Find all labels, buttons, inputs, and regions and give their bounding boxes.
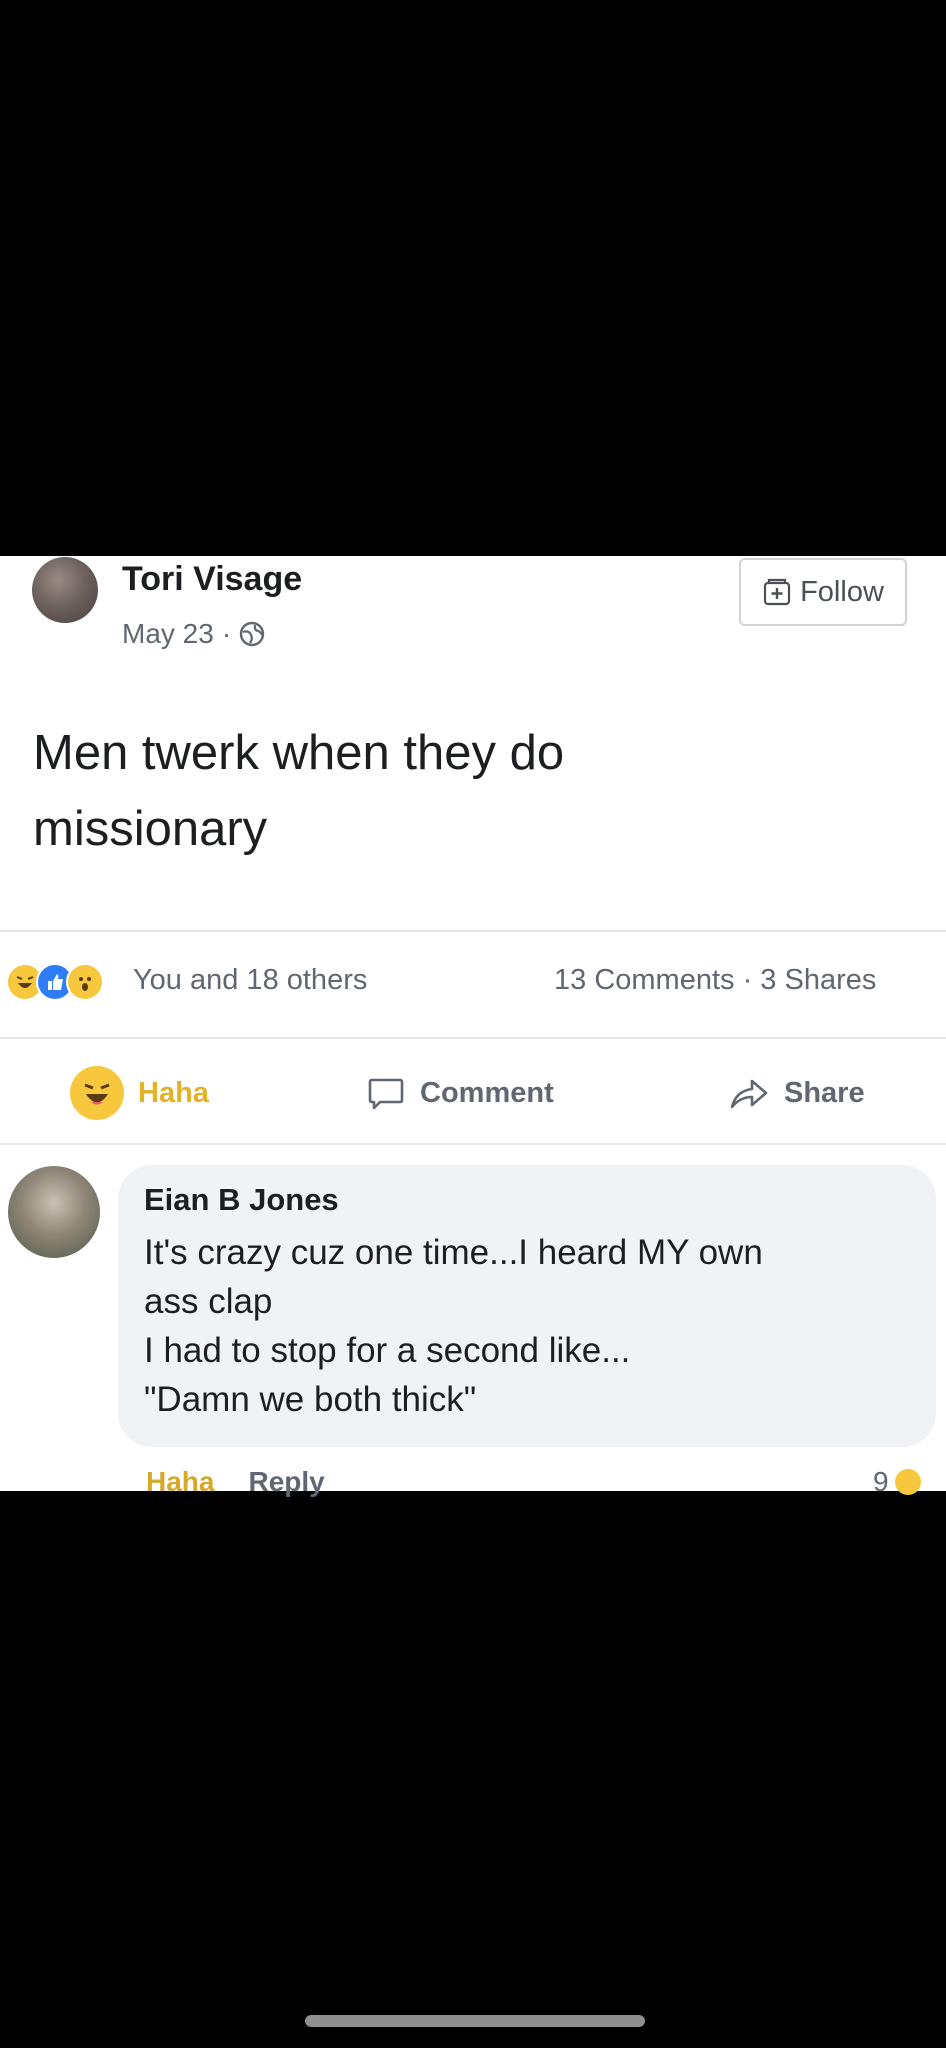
action-bar: Haha Comment Share — [0, 1060, 946, 1126]
haha-reaction-icon — [894, 1469, 921, 1495]
comment-actions: Haha Reply — [146, 1466, 325, 1498]
home-indicator[interactable] — [305, 2015, 645, 2027]
comment-author[interactable]: Eian B Jones — [144, 1182, 339, 1218]
comment-button[interactable]: Comment — [366, 1060, 554, 1126]
author-avatar[interactable] — [32, 557, 98, 623]
reactors-text[interactable]: You and 18 others — [133, 964, 367, 997]
comment-haha-button[interactable]: Haha — [146, 1466, 214, 1498]
divider — [0, 930, 946, 932]
post-text: Men twerk when they do missionary — [33, 715, 893, 867]
comment-label: Comment — [420, 1076, 554, 1109]
wow-reaction-icon — [66, 963, 104, 1001]
share-arrow-icon — [730, 1079, 768, 1109]
haha-label: Haha — [138, 1076, 209, 1109]
divider — [0, 1037, 946, 1039]
comment-reaction-count[interactable]: 9 — [873, 1466, 921, 1498]
comment-bubble-icon — [368, 1078, 404, 1110]
post-meta: May 23 · — [122, 618, 265, 650]
follow-plus-icon — [763, 578, 791, 606]
post-date[interactable]: May 23 — [122, 618, 214, 650]
comment-text-line: I had to stop for a second like... — [144, 1331, 631, 1370]
follow-button[interactable]: Follow — [739, 558, 907, 626]
share-button[interactable]: Share — [728, 1060, 865, 1126]
haha-button[interactable]: Haha — [70, 1060, 209, 1126]
comment-text-line: ass clap — [144, 1282, 273, 1321]
comment-reply-button[interactable]: Reply — [248, 1466, 324, 1498]
haha-icon — [70, 1066, 124, 1120]
share-label: Share — [784, 1076, 865, 1109]
commenter-avatar[interactable] — [8, 1166, 100, 1258]
comments-shares-count[interactable]: 13 Comments · 3 Shares — [554, 964, 876, 997]
divider — [0, 1143, 946, 1145]
reaction-icons[interactable] — [6, 963, 104, 1001]
post-text-line: Men twerk when they do — [33, 726, 565, 780]
author-name[interactable]: Tori Visage — [122, 560, 302, 599]
follow-label: Follow — [800, 575, 884, 608]
meta-separator: · — [221, 618, 232, 649]
globe-icon — [239, 621, 265, 647]
comment-text-line: "Damn we both thick" — [144, 1380, 477, 1419]
comment-text-line: It's crazy cuz one time...I heard MY own — [144, 1233, 763, 1272]
post-text-line: missionary — [33, 802, 268, 856]
comment-reaction-number: 9 — [873, 1466, 889, 1497]
